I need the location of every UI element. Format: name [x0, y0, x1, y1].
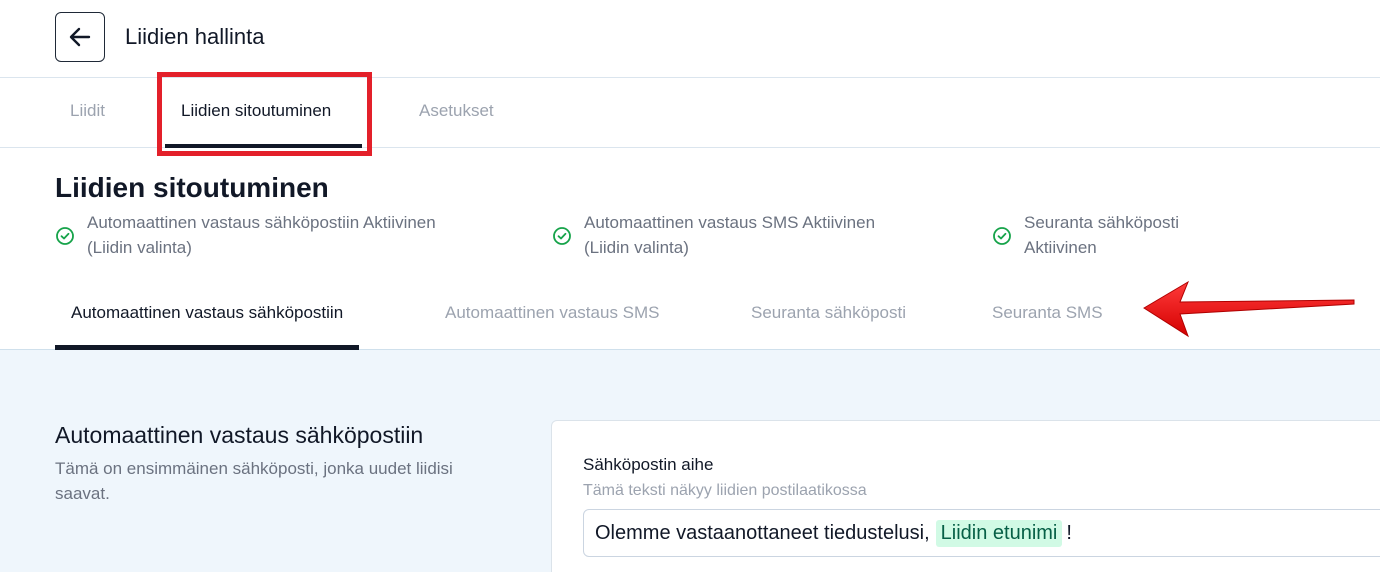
content-title: Automaattinen vastaus sähköpostiin [55, 422, 424, 448]
variable-tag[interactable]: Liidin etunimi [935, 519, 1063, 547]
top-header: Liidien hallinta [0, 0, 1380, 78]
annotation-arrow-icon [1143, 280, 1355, 338]
status-email-autoresponse: Automaattinen vastaus sähköpostiin Aktii… [55, 210, 436, 260]
content-description: Tämä on ensimmäinen sähköposti, jonka uu… [55, 459, 453, 503]
tab-liidit[interactable]: Liidit [70, 78, 105, 148]
subtab-followup-email[interactable]: Seuranta sähköposti [751, 280, 906, 350]
status-line: Automaattinen vastaus SMS Aktiivinen [584, 213, 876, 232]
status-line: (Liidin valinta) [584, 238, 689, 257]
page-title: Liidien hallinta [125, 24, 265, 49]
email-subject-label: Sähköpostin aihe [583, 455, 714, 474]
check-circle-icon [553, 227, 571, 245]
content-area: Automaattinen vastaus sähköpostiin Tämä … [0, 350, 1380, 572]
email-subject-card: Sähköpostin aihe Tämä teksti näkyy liidi… [551, 420, 1380, 572]
section-title: Liidien sitoutuminen [55, 172, 329, 203]
subtab-email-autoresponse[interactable]: Automaattinen vastaus sähköpostiin [55, 280, 360, 350]
subject-text: Olemme vastaanottaneet tiedustelusi, [595, 521, 930, 544]
check-circle-icon [993, 227, 1011, 245]
subtab-sms-autoresponse[interactable]: Automaattinen vastaus SMS [445, 280, 660, 350]
status-line: Seuranta sähköposti [1024, 213, 1179, 232]
subtab-label: Automaattinen vastaus sähköpostiin [71, 303, 344, 322]
check-circle-icon [56, 227, 74, 245]
status-line: (Liidin valinta) [87, 238, 192, 257]
tab-liidien-sitoutuminen[interactable]: Liidien sitoutuminen [165, 78, 362, 148]
status-followup-email: Seuranta sähköposti Aktiivinen [992, 210, 1179, 260]
main-tabs: Liidit Liidien sitoutuminen Asetukset [0, 78, 1380, 148]
status-sms-autoresponse: Automaattinen vastaus SMS Aktiivinen (Li… [552, 210, 875, 260]
tab-asetukset[interactable]: Asetukset [419, 78, 494, 148]
tab-active-underline [165, 144, 362, 148]
tab-liidien-sitoutuminen-label: Liidien sitoutuminen [181, 101, 332, 120]
arrow-left-icon [69, 27, 91, 47]
subtab-followup-sms[interactable]: Seuranta SMS [992, 280, 1103, 350]
status-line: Aktiivinen [1024, 238, 1097, 257]
email-subject-help: Tämä teksti näkyy liidien postilaatikoss… [583, 482, 867, 499]
subject-text-end: ! [1066, 521, 1072, 544]
email-subject-input[interactable]: Olemme vastaanottaneet tiedustelusi, Lii… [583, 509, 1380, 557]
back-button[interactable] [55, 12, 105, 62]
status-line: Automaattinen vastaus sähköpostiin Aktii… [87, 213, 436, 232]
